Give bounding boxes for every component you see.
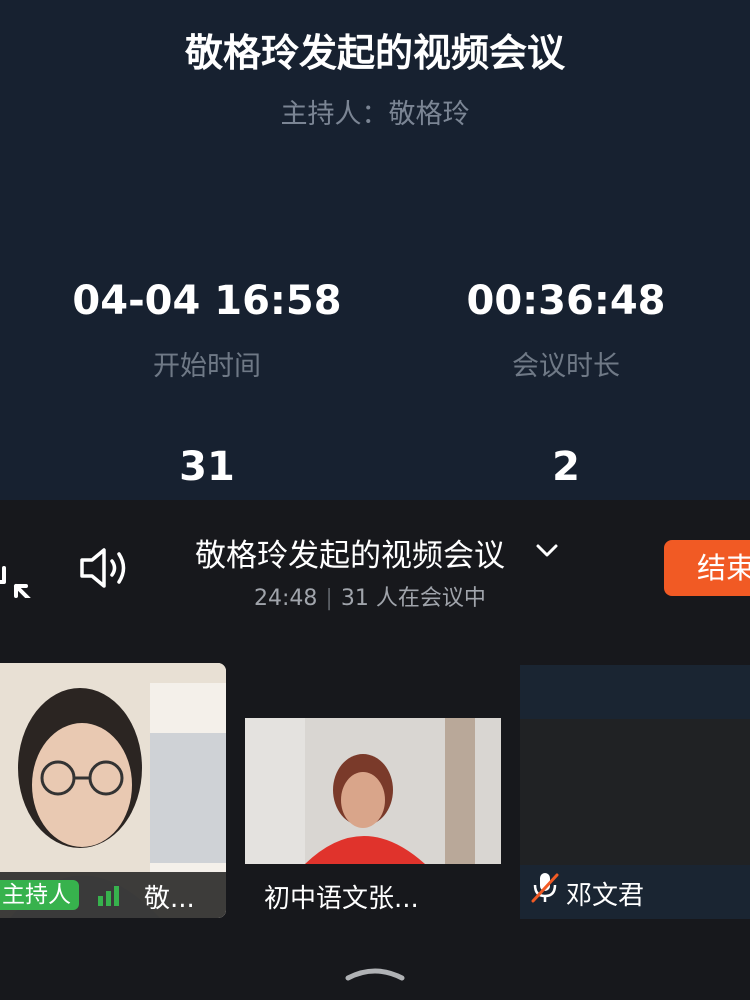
drag-handle-icon[interactable] xyxy=(344,962,406,982)
summary-host: 主持人：敬格玲 xyxy=(280,99,470,130)
mic-off-icon xyxy=(530,871,560,903)
participant-tile[interactable]: 邓文君 xyxy=(520,665,750,919)
participant-name: 初中语文张... xyxy=(264,884,419,914)
participants-in-meeting: 31 人在会议中 xyxy=(340,586,486,611)
summary-title: 敬格玲发起的视频会议 xyxy=(184,31,565,75)
chevron-down-icon[interactable] xyxy=(534,538,560,564)
meeting-title[interactable]: 敬格玲发起的视频会议 xyxy=(150,530,550,575)
status-divider: | xyxy=(325,586,333,611)
tile-caption: 主持人 敬... xyxy=(0,872,226,918)
exit-fullscreen-icon[interactable] xyxy=(0,538,40,602)
meeting-elapsed: 24:48 xyxy=(254,586,318,611)
participant-name: 敬... xyxy=(144,884,195,914)
meeting-status: 24:48 | 31 人在会议中 xyxy=(150,580,650,612)
speaker-icon[interactable] xyxy=(78,546,134,590)
end-meeting-button[interactable]: 结束 xyxy=(664,540,750,596)
secondary-count-value: 2 xyxy=(552,444,580,490)
participant-tile-host[interactable]: 主持人 敬... xyxy=(0,663,226,918)
participant-count-value: 31 xyxy=(179,444,235,490)
duration-label: 会议时长 xyxy=(512,351,620,382)
host-badge: 主持人 xyxy=(0,880,79,910)
meeting-summary-panel: 敬格玲发起的视频会议 主持人：敬格玲 04-04 16:58 开始时间 00:3… xyxy=(0,0,750,500)
participant-video-frame xyxy=(245,718,501,864)
start-time-value: 04-04 16:58 xyxy=(72,278,342,324)
start-time-label: 开始时间 xyxy=(153,351,261,382)
participant-tile[interactable] xyxy=(245,718,501,864)
meeting-overlay: 敬格玲发起的视频会议 24:48 | 31 人在会议中 结束 主持人 敬... … xyxy=(0,500,750,1000)
signal-icon xyxy=(96,884,122,906)
participant-name: 邓文君 xyxy=(566,881,645,911)
duration-value: 00:36:48 xyxy=(466,278,666,324)
